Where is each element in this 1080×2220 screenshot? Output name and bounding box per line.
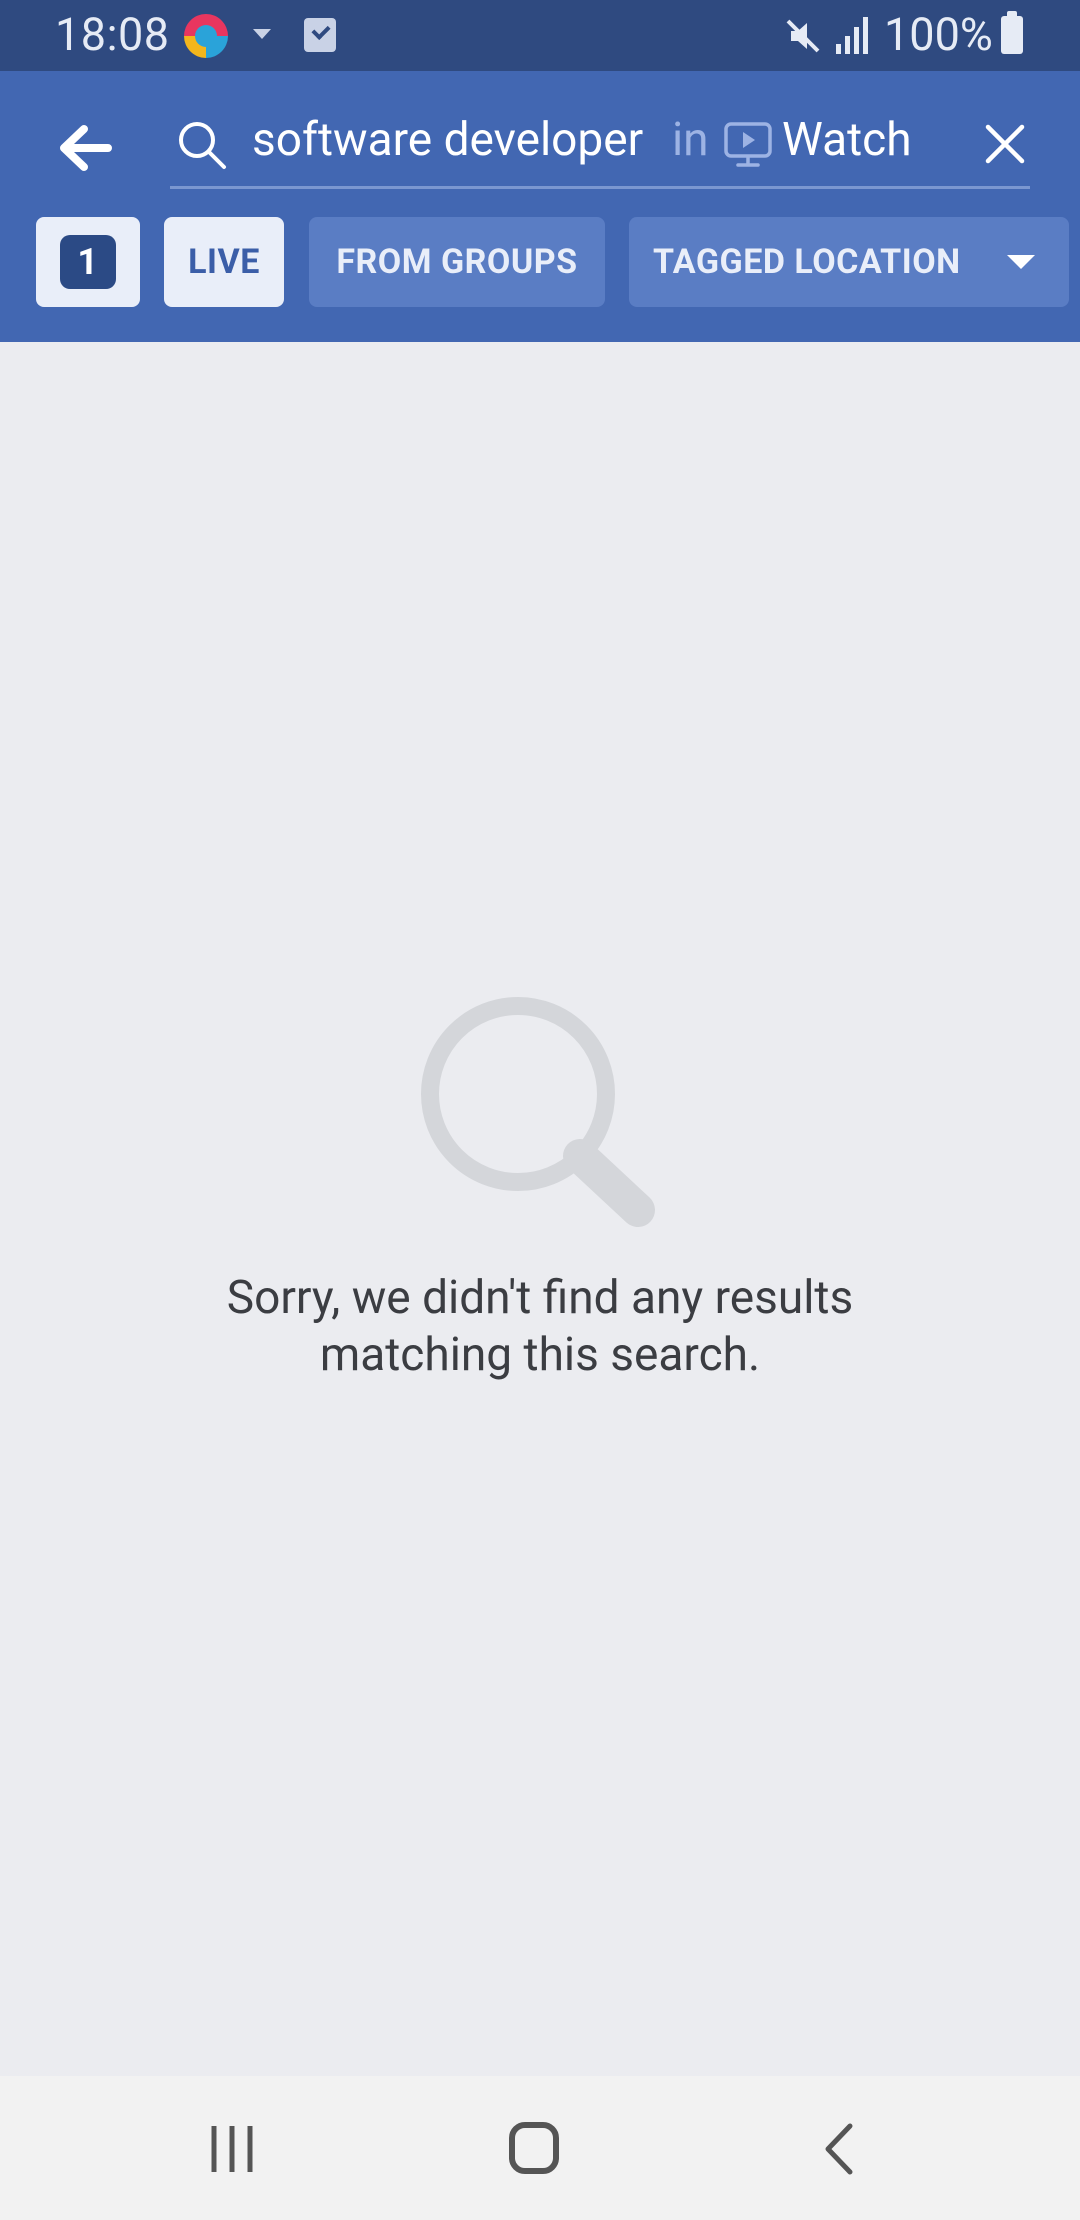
mute-icon bbox=[786, 19, 820, 53]
search-header: software developer in Watch 1 LIVE FROM … bbox=[0, 71, 1080, 342]
nav-back-icon[interactable] bbox=[818, 2122, 858, 2176]
filter-chip-from-groups[interactable]: FROM GROUPS bbox=[309, 217, 605, 307]
battery-percent: 100% bbox=[884, 8, 993, 61]
home-icon[interactable] bbox=[509, 2122, 559, 2174]
filter-chip-label: LIVE bbox=[188, 242, 260, 282]
task-check-icon bbox=[304, 18, 336, 52]
back-arrow-icon[interactable] bbox=[50, 113, 120, 183]
chevron-down-icon bbox=[1007, 255, 1035, 269]
search-icon bbox=[179, 122, 226, 169]
empty-state-line-1: Sorry, we didn't find any results bbox=[226, 1271, 854, 1325]
watch-icon bbox=[724, 122, 772, 167]
status-time: 18:08 bbox=[55, 8, 170, 61]
search-input[interactable]: software developer in Watch bbox=[170, 99, 1030, 189]
search-in-label: in bbox=[672, 113, 709, 167]
filter-count-badge: 1 bbox=[60, 235, 116, 289]
filter-chip-live[interactable]: LIVE bbox=[164, 217, 284, 307]
system-nav-bar bbox=[0, 2076, 1080, 2220]
empty-state-line-2: matching this search. bbox=[319, 1328, 761, 1382]
battery-icon bbox=[1001, 11, 1023, 54]
empty-state-message: Sorry, we didn't find any results matchi… bbox=[140, 1270, 940, 1384]
filter-chip-label: TAGGED LOCATION bbox=[653, 242, 961, 282]
signal-icon bbox=[836, 17, 868, 54]
close-icon[interactable] bbox=[980, 119, 1030, 169]
filter-count-chip[interactable]: 1 bbox=[36, 217, 140, 307]
search-query: software developer bbox=[252, 113, 644, 167]
browser-app-icon bbox=[184, 14, 228, 58]
status-bar: 18:08 100% bbox=[0, 0, 1080, 71]
search-scope: Watch bbox=[782, 113, 912, 167]
empty-search-icon bbox=[421, 997, 655, 1227]
caret-down-icon bbox=[253, 29, 271, 39]
recent-apps-icon[interactable] bbox=[208, 2124, 256, 2174]
filter-chip-label: FROM GROUPS bbox=[336, 242, 578, 282]
filter-chip-tagged-location[interactable]: TAGGED LOCATION bbox=[629, 217, 1069, 307]
